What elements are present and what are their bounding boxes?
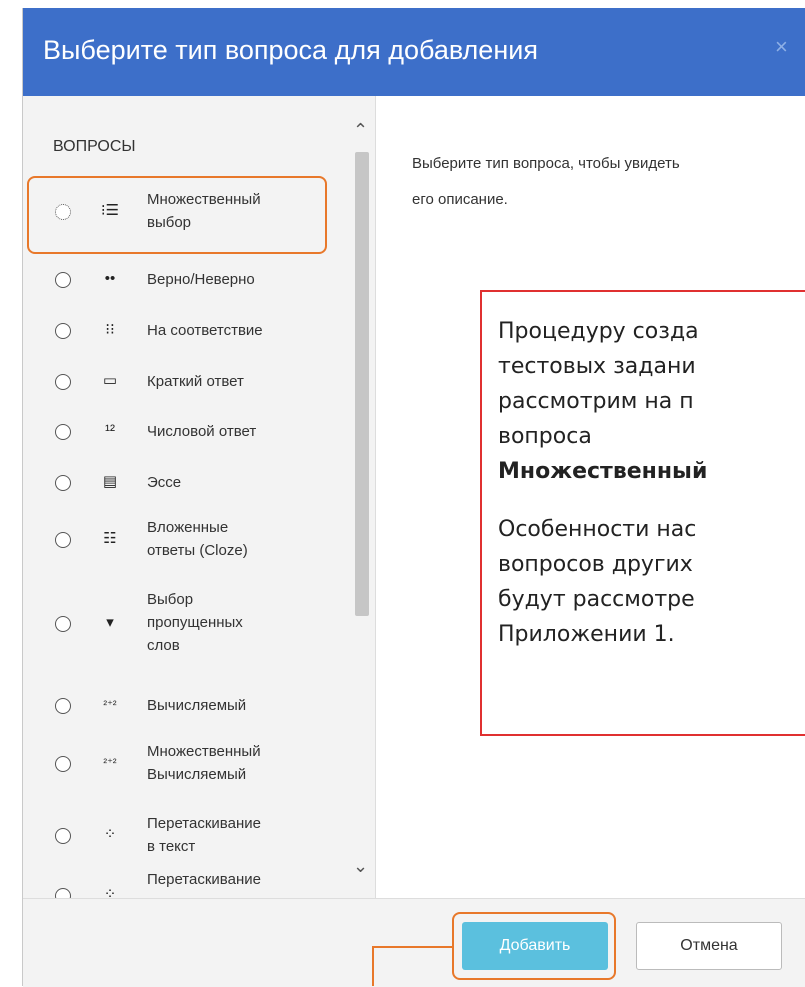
truefalse-icon: •• — [104, 270, 116, 287]
add-button[interactable]: Добавить — [462, 922, 608, 970]
option-matching[interactable]: ⁝⁝ На соответствие — [37, 319, 345, 343]
radio-button[interactable] — [55, 204, 71, 220]
dialog-title: Выберите тип вопроса для добавления — [43, 35, 538, 65]
dialog-header: Выберите тип вопроса для добавления × — [23, 8, 805, 96]
callout-line: Особенности нас — [498, 517, 697, 542]
callout-line: будут рассмотре — [498, 587, 695, 612]
radio-button[interactable] — [55, 756, 71, 772]
option-label: Множественный выбор — [147, 191, 261, 231]
option-label: Числовой ответ — [147, 423, 257, 440]
radio-button[interactable] — [55, 272, 71, 288]
option-label: На соответствие — [147, 322, 263, 339]
option-label: Вычисляемый — [147, 697, 247, 714]
callout-line: Процедуру созда — [498, 319, 699, 344]
option-calculatedmulti[interactable]: ²⁺² Множественный Вычисляемый — [37, 740, 345, 790]
pointer-line — [372, 946, 452, 948]
option-label: Множественный Вычисляемый — [147, 743, 261, 783]
option-label: Краткий ответ — [147, 373, 244, 390]
scrollbar-thumb[interactable] — [355, 152, 369, 616]
cloze-icon: ☷ — [103, 530, 117, 547]
callout-line: вопроса — [498, 424, 592, 449]
ddwtos-icon: ⁘ — [103, 826, 117, 843]
scroll-up-icon[interactable]: ⌃ — [353, 120, 368, 141]
radio-button[interactable] — [55, 828, 71, 844]
annotation-callout: Процедуру созда тестовых задани рассмотр… — [480, 290, 805, 736]
question-type-list: ВОПРОСЫ ⌃ ⌄ ⁝☰ Множественный выбор •• Ве… — [23, 96, 376, 898]
option-gapselect[interactable]: ▾ Выбор пропущенных слов — [37, 588, 345, 662]
option-ddimage[interactable]: ⁘ Перетаскивание — [37, 868, 345, 898]
option-label: Перетаскивание в текст — [147, 815, 261, 855]
section-title: ВОПРОСЫ — [53, 138, 136, 155]
option-truefalse[interactable]: •• Верно/Неверно — [37, 268, 345, 292]
radio-button[interactable] — [55, 475, 71, 491]
gapselect-icon: ▾ — [106, 614, 114, 631]
radio-button[interactable] — [55, 888, 71, 898]
calculatedmulti-icon: ²⁺² — [103, 757, 117, 769]
option-ddwtos[interactable]: ⁘ Перетаскивание в текст — [37, 812, 345, 862]
calculated-icon: ²⁺² — [103, 699, 117, 711]
callout-line-bold: Множественный — [498, 459, 708, 484]
shortanswer-icon: ▭ — [102, 372, 118, 389]
pointer-line — [372, 946, 374, 986]
radio-button[interactable] — [55, 374, 71, 390]
option-label: Перетаскивание — [147, 871, 261, 888]
option-multichoice[interactable]: ⁝☰ Множественный выбор — [37, 188, 345, 238]
option-calculated[interactable]: ²⁺² Вычисляемый — [37, 694, 345, 718]
essay-icon: ▤ — [102, 473, 118, 490]
option-label: Эссе — [147, 474, 182, 491]
radio-button[interactable] — [55, 532, 71, 548]
scroll-down-icon[interactable]: ⌄ — [353, 856, 368, 877]
callout-line: Приложении 1. — [498, 622, 675, 647]
radio-button[interactable] — [55, 616, 71, 632]
radio-button[interactable] — [55, 698, 71, 714]
option-essay[interactable]: ▤ Эссе — [37, 471, 345, 495]
option-label: Выбор пропущенных слов — [147, 591, 243, 654]
radio-button[interactable] — [55, 323, 71, 339]
callout-line: рассмотрим на п — [498, 389, 694, 414]
cancel-button[interactable]: Отмена — [636, 922, 782, 970]
callout-line: вопросов других — [498, 552, 693, 577]
numerical-icon: ¹² — [105, 422, 115, 439]
description-text: Выберите тип вопроса, чтобы увидеть его … — [412, 155, 680, 208]
close-icon[interactable]: × — [775, 34, 788, 60]
option-cloze[interactable]: ☷ Вложенные ответы (Cloze) — [37, 516, 345, 566]
option-numerical[interactable]: ¹² Числовой ответ — [37, 420, 345, 444]
option-label: Верно/Неверно — [147, 271, 255, 288]
multichoice-icon: ⁝☰ — [100, 202, 120, 219]
matching-icon: ⁝⁝ — [105, 321, 115, 338]
callout-line: тестовых задани — [498, 354, 696, 379]
radio-button[interactable] — [55, 424, 71, 440]
option-shortanswer[interactable]: ▭ Краткий ответ — [37, 370, 345, 394]
ddimage-icon: ⁘ — [103, 886, 117, 898]
option-label: Вложенные ответы (Cloze) — [147, 519, 248, 559]
